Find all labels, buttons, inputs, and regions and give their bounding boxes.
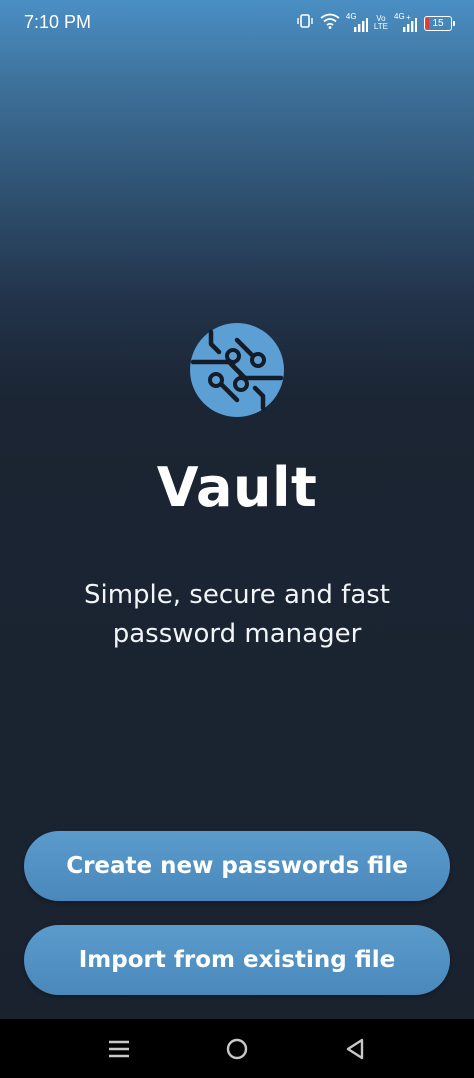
- volte-icon: Vo LTE: [374, 15, 388, 31]
- status-bar: 7:10 PM 4G Vo LTE 4G + 15: [0, 0, 474, 46]
- battery-level: 15: [432, 17, 444, 29]
- vault-welcome-screen: 7:10 PM 4G Vo LTE 4G + 15 Vault Simple, …: [0, 0, 474, 1078]
- wifi-icon: [320, 13, 340, 33]
- status-time: 7:10 PM: [24, 12, 92, 32]
- status-icons: 4G Vo LTE 4G + 15: [296, 10, 455, 36]
- home-icon[interactable]: [216, 1019, 258, 1078]
- signal-4g-icon: 4G: [346, 13, 368, 33]
- create-passwords-file-button[interactable]: Create new passwords file: [24, 831, 450, 901]
- menu-icon[interactable]: [98, 1019, 140, 1078]
- app-title: Vault: [156, 456, 318, 519]
- import-existing-file-button[interactable]: Import from existing file: [24, 925, 450, 995]
- system-nav-bar: [0, 1019, 474, 1078]
- tagline-line-2: password manager: [112, 619, 362, 649]
- vibrate-icon: [296, 13, 314, 33]
- app-tagline: Simple, secure and fast password manager: [60, 576, 414, 654]
- signal-4g-plus-icon: 4G +: [394, 13, 418, 33]
- back-icon[interactable]: [334, 1019, 376, 1078]
- tagline-line-1: Simple, secure and fast: [83, 580, 390, 610]
- battery-icon: 15: [424, 15, 455, 31]
- battery-cap: [453, 20, 455, 26]
- circuit-logo-icon: [189, 322, 285, 418]
- svg-text:+: +: [406, 13, 411, 22]
- battery-fill: [426, 17, 429, 29]
- volte-bottom: LTE: [373, 22, 388, 31]
